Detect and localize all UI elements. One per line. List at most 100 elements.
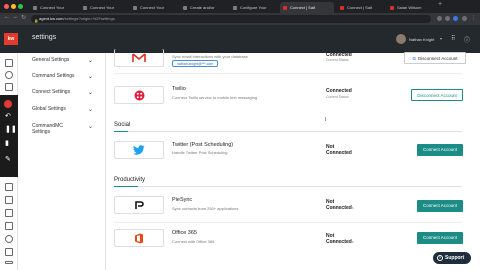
connect-office365-button[interactable]: Connect Account [417, 232, 463, 244]
app-header: kw settings Nathan Knight ▾ ⠿ ⓘ [0, 25, 480, 53]
reload-icon[interactable]: ↻ [21, 14, 26, 21]
forward-icon[interactable]: → [12, 14, 18, 20]
calendar-icon[interactable] [5, 83, 13, 91]
chevron-down-icon[interactable]: ⌄ [88, 123, 93, 130]
status-caption: Current Status [331, 240, 354, 244]
browser-tab[interactable]: Salari Wilsom [387, 2, 434, 13]
text-cursor-icon: I [325, 117, 327, 123]
section-underline [114, 131, 128, 132]
address-bar[interactable]: 🔒 agent.kw.com/settings?origin=%2Fsettin… [31, 15, 431, 23]
status-badge: Connected [326, 88, 352, 94]
chevron-down-icon[interactable]: ⌄ [88, 106, 93, 113]
browser-menu-icon[interactable]: ⋮ [471, 15, 476, 21]
gmail-logo-box [114, 49, 164, 67]
integration-description: Sync email interactions with your databa… [172, 54, 248, 59]
opportunities-icon[interactable] [5, 235, 13, 243]
tab-favicon-icon [183, 5, 187, 10]
support-button[interactable]: ? Support [433, 252, 471, 264]
sidebar-item-general-settings[interactable]: General Settings [32, 57, 69, 63]
reports-icon[interactable] [5, 209, 13, 217]
tab-favicon-icon [233, 5, 237, 10]
url-path: /settings?origin=%2Fsettings [63, 16, 115, 21]
status-caption: Current Status [326, 58, 349, 62]
tab-favicon-icon [33, 5, 37, 10]
listings-icon[interactable] [5, 248, 13, 256]
record-icon[interactable] [4, 100, 12, 108]
chevron-down-icon[interactable]: ⌄ [88, 57, 93, 64]
connect-twitter-button[interactable]: Connect Account [417, 144, 463, 156]
browser-tab-active[interactable]: Connect | Salt [280, 2, 334, 13]
extension-icon[interactable] [445, 16, 450, 21]
url-host: agent.kw.com [39, 16, 64, 21]
recorder-toolbar: ↶ ❚❚ ▮ ✎ [0, 95, 18, 177]
marketing-icon[interactable] [5, 222, 13, 230]
page-title: settings [32, 34, 57, 41]
new-tab-button[interactable]: + [438, 1, 442, 8]
profile-icon[interactable] [462, 16, 467, 21]
contacts-icon[interactable] [5, 71, 13, 79]
more-icon[interactable] [5, 261, 13, 264]
sidebar-item-global-settings[interactable]: Global Settings [32, 106, 66, 112]
sidebar-item-connect-settings[interactable]: Connect Settings [32, 89, 70, 95]
close-window-icon[interactable] [4, 4, 9, 9]
pause-icon[interactable]: ❚❚ [5, 126, 17, 133]
extension-icon[interactable] [453, 16, 458, 21]
twilio-icon [134, 90, 144, 100]
section-underline [114, 186, 138, 187]
disconnect-twilio-button[interactable]: Disconnect Account [411, 89, 463, 101]
lock-icon: 🔒 [34, 19, 39, 23]
section-heading-productivity: Productivity [114, 177, 146, 183]
piesync-icon [135, 201, 144, 209]
kw-logo[interactable]: kw [4, 33, 18, 45]
help-circle-icon: ? [437, 255, 443, 261]
integrations-panel: Sync email interactions with your databa… [106, 49, 480, 270]
chevron-down-icon[interactable]: ▾ [440, 36, 442, 41]
browser-toolbar: ← → ↻ 🔒 agent.kw.com/settings?origin=%2F… [0, 13, 480, 25]
browser-tab[interactable]: Configure Your [230, 2, 277, 13]
extension-icon[interactable] [437, 16, 442, 21]
integration-description: Handle Twitter Post Scheduling [172, 150, 228, 155]
integration-name: Twilio [172, 86, 186, 92]
back-icon[interactable]: ← [4, 14, 10, 20]
undo-icon[interactable]: ↶ [5, 113, 11, 120]
maximize-window-icon[interactable] [18, 4, 23, 9]
integration-name: PieSync [172, 197, 193, 203]
help-icon[interactable]: ⓘ [464, 35, 470, 44]
section-heading-social: Social [114, 122, 131, 128]
integration-description: Sync contacts from 250+ applications [172, 206, 239, 211]
browser-tab-bar: Connect Your Connect Your Connect Your C… [0, 0, 480, 13]
minimize-window-icon[interactable] [11, 4, 16, 9]
integration-name: Twitter (Post Scheduling) [172, 142, 234, 148]
sidebar-item-command-settings[interactable]: Command Settings [32, 73, 75, 79]
apps-grid-icon[interactable]: ⠿ [451, 35, 455, 42]
status-caption: # Accounts [333, 151, 351, 155]
twitter-icon [133, 145, 145, 155]
browser-tab[interactable]: Connect Your [130, 2, 177, 13]
dashboard-icon[interactable] [5, 59, 13, 67]
delete-icon[interactable]: ▮ [5, 140, 9, 147]
documents-icon[interactable] [5, 196, 13, 204]
browser-tab[interactable]: Connect Your [30, 2, 77, 13]
notes-icon[interactable] [5, 183, 13, 191]
browser-tab[interactable]: Connect | Salt [337, 2, 384, 13]
twitter-logo-box [114, 141, 164, 159]
browser-tab[interactable]: Create and/or [180, 2, 227, 13]
tab-favicon-icon [340, 5, 344, 10]
sidebar-item-commandmc-settings[interactable]: CommandMC Settings [32, 123, 76, 135]
tab-favicon-icon [283, 5, 287, 10]
chevron-down-icon[interactable]: ⌄ [88, 73, 93, 80]
integration-description: Connect with Office 365 [172, 239, 215, 244]
tab-favicon-icon [83, 5, 87, 10]
pen-icon[interactable]: ✎ [5, 156, 11, 163]
status-caption: Current Status [331, 206, 354, 210]
connect-piesync-button[interactable]: Connect Account [417, 200, 463, 212]
browser-tab[interactable]: Connect Your [80, 2, 127, 13]
integration-name: Office 365 [172, 230, 197, 236]
disconnect-google-button[interactable]: G Disconnect Account [404, 52, 466, 64]
chevron-down-icon[interactable]: ⌄ [88, 89, 93, 96]
avatar[interactable] [396, 34, 406, 44]
section-divider [114, 186, 462, 187]
user-name[interactable]: Nathan Knight [409, 37, 434, 42]
status-caption: Current Status [326, 95, 349, 99]
integration-description: Connect Twilio service to mobile text me… [172, 95, 258, 100]
